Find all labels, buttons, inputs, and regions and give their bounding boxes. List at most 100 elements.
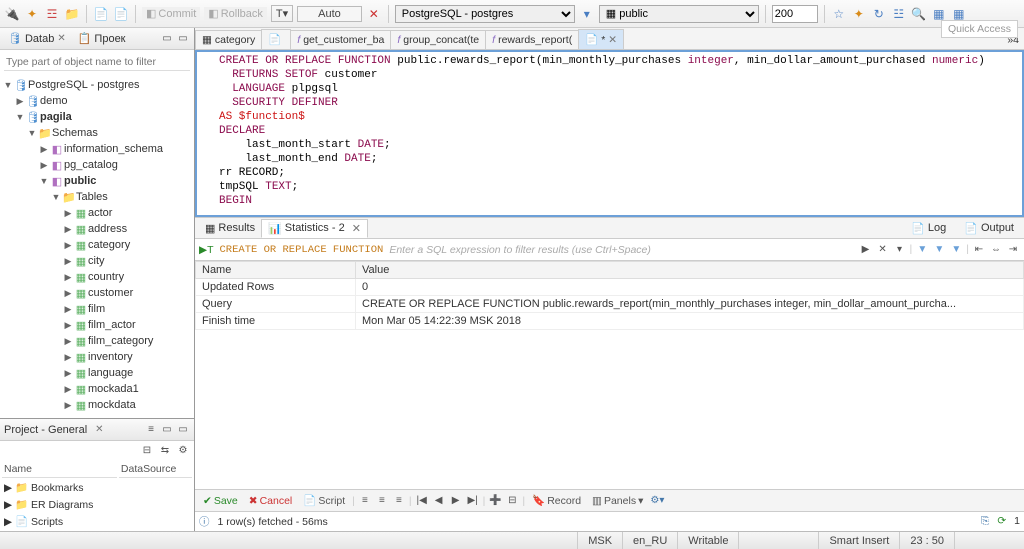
tree-node[interactable]: ▶▦film_category bbox=[0, 333, 194, 349]
edit2-icon[interactable]: ≡ bbox=[375, 494, 389, 508]
collapse-all-icon[interactable]: ⊟ bbox=[140, 443, 154, 457]
tree-node[interactable]: ▶🛢demo bbox=[0, 93, 194, 109]
limit-input[interactable] bbox=[772, 5, 818, 23]
tab-projects[interactable]: 📋Проек bbox=[74, 32, 130, 45]
tree-node[interactable]: ▼◧public bbox=[0, 173, 194, 189]
tree-node[interactable]: ▶▦country bbox=[0, 269, 194, 285]
close-icon[interactable]: ✕ bbox=[57, 33, 65, 44]
tool2-icon[interactable]: ✦ bbox=[851, 6, 867, 22]
tree-node[interactable]: ▶▦city bbox=[0, 253, 194, 269]
sql-editor[interactable]: CREATE OR REPLACE FUNCTION public.reward… bbox=[195, 50, 1024, 217]
filter-hint[interactable]: Enter a SQL expression to filter results… bbox=[389, 244, 852, 256]
tab-statistics[interactable]: 📊Statistics - 2✕ bbox=[261, 219, 368, 238]
tool1-icon[interactable]: ☆ bbox=[831, 6, 847, 22]
project-item[interactable]: ▶ 📁 Bookmarks bbox=[2, 480, 192, 495]
refresh-icon[interactable]: ⟳ bbox=[997, 515, 1006, 528]
editor-tab[interactable]: 📄 bbox=[261, 29, 291, 49]
close-icon[interactable]: ✕ bbox=[95, 424, 103, 435]
tree-node[interactable]: ▼🛢pagila bbox=[0, 109, 194, 125]
tree-node[interactable]: ▼🛢PostgreSQL - postgres bbox=[0, 77, 194, 93]
tab-database-navigator[interactable]: 🛢Datab✕ bbox=[4, 32, 70, 45]
tree-node[interactable]: ▶▦mockdata bbox=[0, 397, 194, 413]
panels-button[interactable]: ▥Panels▾ bbox=[588, 495, 647, 507]
add-row-icon[interactable]: ➕ bbox=[488, 494, 502, 508]
close-icon[interactable]: ✕ bbox=[352, 222, 361, 235]
edit1-icon[interactable]: ≡ bbox=[358, 494, 372, 508]
search-icon[interactable]: 🔍 bbox=[911, 6, 927, 22]
settings-icon[interactable]: ⚙▾ bbox=[650, 494, 664, 508]
export-icon[interactable]: ⎘ bbox=[981, 515, 989, 528]
apply-filter-icon[interactable]: ▶ bbox=[859, 243, 873, 257]
execute-icon[interactable]: ▶T bbox=[199, 244, 214, 256]
maximize-icon[interactable]: ▭ bbox=[176, 423, 190, 437]
link-icon[interactable]: ⇆ bbox=[158, 443, 172, 457]
new-connection-icon[interactable]: 🔌 bbox=[4, 6, 20, 22]
tree-node[interactable]: ▶▦language bbox=[0, 365, 194, 381]
tool3-icon[interactable]: ↻ bbox=[871, 6, 887, 22]
filter3-icon[interactable]: ▼ bbox=[949, 243, 963, 257]
tree-node[interactable]: ▶▦actor bbox=[0, 205, 194, 221]
output-button[interactable]: 📄Output bbox=[958, 220, 1020, 237]
result-row[interactable]: Finish timeMon Mar 05 14:22:39 MSK 2018 bbox=[196, 313, 1024, 330]
stop-icon[interactable]: ✕ bbox=[366, 6, 382, 22]
connection-select[interactable]: PostgreSQL - postgres bbox=[395, 5, 575, 23]
project-item[interactable]: ▶ 📄 Scripts bbox=[2, 514, 192, 529]
folder-icon[interactable]: 📁 bbox=[64, 6, 80, 22]
result-row[interactable]: QueryCREATE OR REPLACE FUNCTION public.r… bbox=[196, 296, 1024, 313]
refresh-connection-icon[interactable]: ▾ bbox=[579, 6, 595, 22]
view-menu-icon[interactable]: ≡ bbox=[144, 423, 158, 437]
tool4-icon[interactable]: ☳ bbox=[891, 6, 907, 22]
auto-commit-button[interactable]: Auto bbox=[297, 6, 362, 22]
tab-results[interactable]: ▦Results bbox=[199, 220, 261, 237]
commit-button[interactable]: ◧Commit bbox=[142, 7, 200, 20]
clear-filter-icon[interactable]: ✕ bbox=[876, 243, 890, 257]
tree-node[interactable]: ▶◧information_schema bbox=[0, 141, 194, 157]
editor-tab[interactable]: f group_concat(te bbox=[390, 30, 486, 49]
tree-node[interactable]: ▶▦address bbox=[0, 221, 194, 237]
database-tree[interactable]: ▼🛢PostgreSQL - postgres▶🛢demo▼🛢pagila▼📁S… bbox=[0, 75, 194, 418]
tree-node[interactable]: ▶▦inventory bbox=[0, 349, 194, 365]
quick-access-field[interactable]: Quick Access bbox=[941, 20, 1018, 38]
tree-node[interactable]: ▶▦category bbox=[0, 237, 194, 253]
new-sql-icon[interactable]: ✦ bbox=[24, 6, 40, 22]
tree-node[interactable]: ▶▦film_actor bbox=[0, 317, 194, 333]
history-icon[interactable]: ▾ bbox=[893, 243, 907, 257]
panel-both-icon[interactable]: ⇔ bbox=[989, 243, 1003, 257]
minimize-icon[interactable]: ▭ bbox=[160, 423, 174, 437]
tree-node[interactable]: ▼📁Schemas bbox=[0, 125, 194, 141]
prev-icon[interactable]: ◀ bbox=[432, 494, 446, 508]
wand-icon[interactable]: ☲ bbox=[44, 6, 60, 22]
object-filter-input[interactable] bbox=[4, 54, 190, 71]
maximize-icon[interactable]: ▭ bbox=[176, 32, 190, 46]
delete-row-icon[interactable]: ⊟ bbox=[505, 494, 519, 508]
filter1-icon[interactable]: ▼ bbox=[915, 243, 929, 257]
panel-right-icon[interactable]: ⇥ bbox=[1006, 243, 1020, 257]
project-item[interactable]: ▶ 📁 ER Diagrams bbox=[2, 497, 192, 512]
edit3-icon[interactable]: ≡ bbox=[392, 494, 406, 508]
filter2-icon[interactable]: ▼ bbox=[932, 243, 946, 257]
editor-tab[interactable]: f rewards_report( bbox=[485, 30, 579, 49]
first-icon[interactable]: |◀ bbox=[415, 494, 429, 508]
tree-node[interactable]: ▶◧pg_catalog bbox=[0, 157, 194, 173]
txn-mode-button[interactable]: T▾ bbox=[271, 5, 293, 22]
script-button[interactable]: 📄Script bbox=[299, 494, 349, 507]
tree-node[interactable]: ▶▦film bbox=[0, 301, 194, 317]
editor-tab[interactable]: ▦ category bbox=[195, 30, 262, 49]
schema-select[interactable]: ▦ public bbox=[599, 5, 759, 23]
close-icon[interactable]: ✕ bbox=[608, 34, 617, 46]
cancel-button[interactable]: ✖Cancel bbox=[245, 495, 297, 507]
result-row[interactable]: Updated Rows0 bbox=[196, 279, 1024, 296]
editor-tab[interactable]: 📄 * ✕ bbox=[578, 29, 624, 49]
panel-left-icon[interactable]: ⇤ bbox=[972, 243, 986, 257]
script-icon[interactable]: 📄 bbox=[113, 6, 129, 22]
tree-node[interactable]: ▼📁Tables bbox=[0, 189, 194, 205]
rollback-button[interactable]: ◧Rollback bbox=[204, 7, 267, 20]
tree-node[interactable]: ▶▦mockada1 bbox=[0, 381, 194, 397]
tree-node[interactable]: ▶▦customer bbox=[0, 285, 194, 301]
sql-editor-icon[interactable]: 📄 bbox=[93, 6, 109, 22]
minimize-icon[interactable]: ▭ bbox=[160, 32, 174, 46]
editor-tab[interactable]: f get_customer_ba bbox=[290, 30, 391, 49]
log-button[interactable]: 📄Log bbox=[905, 220, 952, 237]
save-button[interactable]: ✔Save bbox=[199, 495, 242, 507]
record-button[interactable]: 🔖Record bbox=[528, 494, 585, 507]
